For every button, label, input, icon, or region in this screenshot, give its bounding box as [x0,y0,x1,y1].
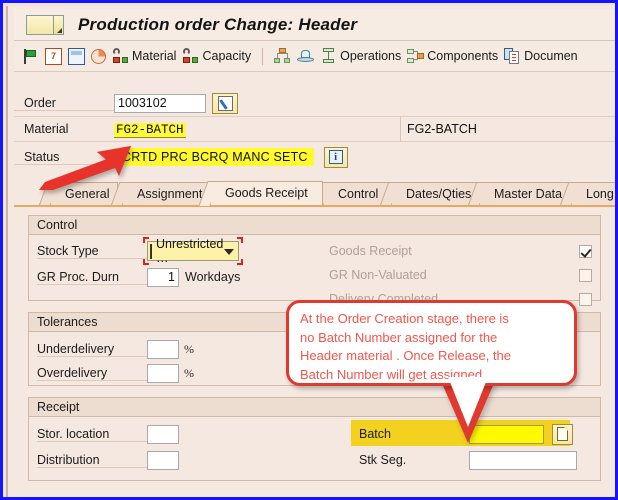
toolbar-label-material: Material [132,49,177,63]
material-value: FG2-BATCH [114,123,186,138]
annotation-line-3: Header material . Once Release, the [300,348,511,363]
receipt-group: Receipt Stor. location Distribution Batc… [28,397,601,481]
toolbar-button-documents[interactable]: Documen [504,47,578,65]
toolbar-button-pie[interactable] [91,48,106,64]
screenshot-frame: Production order Change: Header Material [0,0,618,500]
green-flag-icon [22,48,39,65]
material-value-cell[interactable]: FG2-BATCH [114,120,400,138]
annotation-line-4: Batch Number will get assigned [300,366,483,382]
toolbar-button-calculator[interactable] [68,47,85,65]
tab-goods-receipt[interactable]: Goods Receipt [210,181,323,205]
material-label: Material [24,122,69,136]
title-bar: Production order Change: Header [14,9,615,41]
goods-receipt-label: Goods Receipt [329,244,412,258]
order-row: Order [14,90,615,116]
material-row: Material FG2-BATCH FG2-BATCH [14,116,615,142]
toolbar-button-components[interactable]: Components [407,48,498,65]
toolbar-button-operations[interactable]: Operations [320,47,402,65]
stor-location-label: Stor. location [37,427,147,442]
order-edit-button[interactable] [212,92,238,114]
delivery-completed-checkbox[interactable] [579,292,592,306]
stock-type-row: Stock Type Unrestricted … [37,237,297,265]
stock-type-label: Stock Type [37,244,147,259]
hat-icon [297,48,315,65]
pencil-icon [217,95,233,111]
toolbar-button-capacity[interactable]: Capacity [182,47,252,65]
callout-tail-inner [448,377,488,427]
toolbar: Material Capacity Operations Components [14,41,615,72]
control-group-title: Control [29,216,600,235]
overdelivery-input[interactable] [147,363,179,383]
order-label: Order [14,96,114,111]
documents-icon [504,47,521,65]
info-icon: i [328,150,343,164]
operations-icon [320,47,337,65]
page-title: Production order Change: Header [78,14,358,34]
stk-seg-input[interactable] [469,450,577,470]
status-value: CRTD PRC BCRQ MANC SETC [114,148,314,166]
gr-non-valuated-row: GR Non-Valuated [329,265,592,285]
red-arrow-icon [39,146,131,190]
distribution-row: Distribution [37,450,287,470]
receipt-group-title: Receipt [29,398,600,417]
toolbar-label-documents: Documen [524,49,578,63]
pie-chart-icon [91,48,106,64]
goods-receipt-row: Goods Receipt [329,241,592,261]
sap-window: Production order Change: Header Material [6,6,615,497]
toolbar-button-flag[interactable] [22,48,39,65]
underdelivery-row: Underdelivery % [37,339,287,359]
underdelivery-unit: % [184,341,194,356]
toolbar-button-material[interactable]: Material [112,47,177,65]
capacity-icon [182,47,199,65]
toolbar-separator [262,47,264,65]
network-icon [274,47,291,65]
toolbar-label-components: Components [427,49,499,63]
distribution-input[interactable] [147,450,179,470]
tab-long-text[interactable]: Long Te [571,182,615,223]
batch-doc-button[interactable] [552,423,573,445]
toolbar-button-document7[interactable] [45,47,62,65]
stor-location-input[interactable] [147,424,179,444]
components-icon [407,48,425,65]
overdelivery-unit: % [184,365,194,380]
toolbar-label-capacity: Capacity [202,49,252,63]
stor-location-row: Stor. location [37,424,287,444]
toolbar-label-operations: Operations [340,49,402,63]
goods-receipt-checkbox[interactable] [579,244,592,258]
annotation-line-2: no Batch Number assigned for the [300,329,498,345]
underdelivery-label: Underdelivery [37,342,147,357]
order-input[interactable] [114,93,206,113]
overdelivery-row: Overdelivery % [37,363,287,383]
document-icon [557,427,568,441]
gr-proc-durn-input[interactable] [147,267,179,287]
annotation-line-1: At the Order Creation stage, there is [300,311,509,326]
toolbar-button-network[interactable] [274,47,291,65]
distribution-label: Distribution [37,453,147,468]
chevron-down-icon [224,249,234,255]
document-7-icon [45,47,62,65]
gr-proc-durn-unit: Workdays [185,270,241,284]
gr-proc-durn-label: GR Proc. Durn [37,270,147,285]
annotation-callout: At the Order Creation stage, there is no… [286,300,577,386]
gr-non-valuated-label: GR Non-Valuated [329,268,427,282]
gr-non-valuated-checkbox[interactable] [579,268,592,282]
calculator-icon [68,47,85,65]
stk-seg-label: Stk Seg. [359,453,407,467]
gr-proc-durn-row: GR Proc. Durn Workdays [37,267,337,287]
material-description: FG2-BATCH [400,116,615,142]
status-info-button[interactable]: i [323,146,348,168]
control-group: Control Stock Type Unrestricted … GR Pro… [28,215,601,306]
toolbar-button-hat[interactable] [297,48,315,65]
sap-window-icon [26,14,64,35]
overdelivery-label: Overdelivery [37,366,147,381]
underdelivery-input[interactable] [147,339,179,359]
stock-type-dropdown[interactable]: Unrestricted … [147,237,239,265]
material-icon [112,47,129,65]
stk-seg-row: Stk Seg. [359,450,592,470]
